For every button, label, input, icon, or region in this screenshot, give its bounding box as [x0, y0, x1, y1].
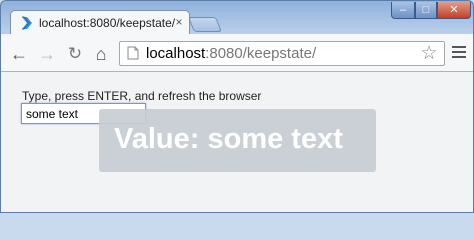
tab-strip: localhost:8080/keepstate/ × – □ ✕: [1, 1, 473, 35]
tab-keepstate[interactable]: localhost:8080/keepstate/ ×: [10, 10, 190, 35]
value-display: Value: some text: [114, 123, 343, 155]
instruction-text: Type, press ENTER, and refresh the brows…: [22, 89, 262, 103]
minimize-button[interactable]: –: [391, 2, 415, 19]
tab-title: localhost:8080/keepstate/: [39, 16, 176, 30]
home-button[interactable]: ⌂: [91, 44, 111, 64]
hamburger-menu-icon[interactable]: [452, 46, 466, 60]
bookmark-star-icon[interactable]: ☆: [418, 43, 440, 65]
reload-button[interactable]: ↻: [65, 44, 85, 64]
value-overlay: Value: some text: [99, 109, 376, 172]
url-text: localhost:8080/keepstate/: [146, 45, 316, 62]
page-content: Type, press ENTER, and refresh the brows…: [1, 72, 473, 212]
angle-brackets-icon: [20, 15, 34, 31]
forward-button[interactable]: →: [37, 44, 57, 64]
address-bar[interactable]: localhost:8080/keepstate/ ☆: [119, 41, 445, 66]
back-button[interactable]: ←: [9, 44, 29, 64]
toolbar: ← → ↻ ⌂ localhost:8080/keepstate/ ☆: [1, 34, 473, 72]
browser-window: localhost:8080/keepstate/ × – □ ✕ ← → ↻ …: [0, 0, 474, 213]
url-host: localhost: [146, 45, 206, 62]
url-path: :8080/keepstate/: [205, 45, 317, 62]
page-icon: [127, 46, 139, 60]
new-tab-button[interactable]: [187, 17, 223, 32]
close-window-button[interactable]: ✕: [437, 2, 471, 19]
maximize-button[interactable]: □: [415, 2, 437, 19]
close-tab-icon[interactable]: ×: [172, 14, 186, 30]
